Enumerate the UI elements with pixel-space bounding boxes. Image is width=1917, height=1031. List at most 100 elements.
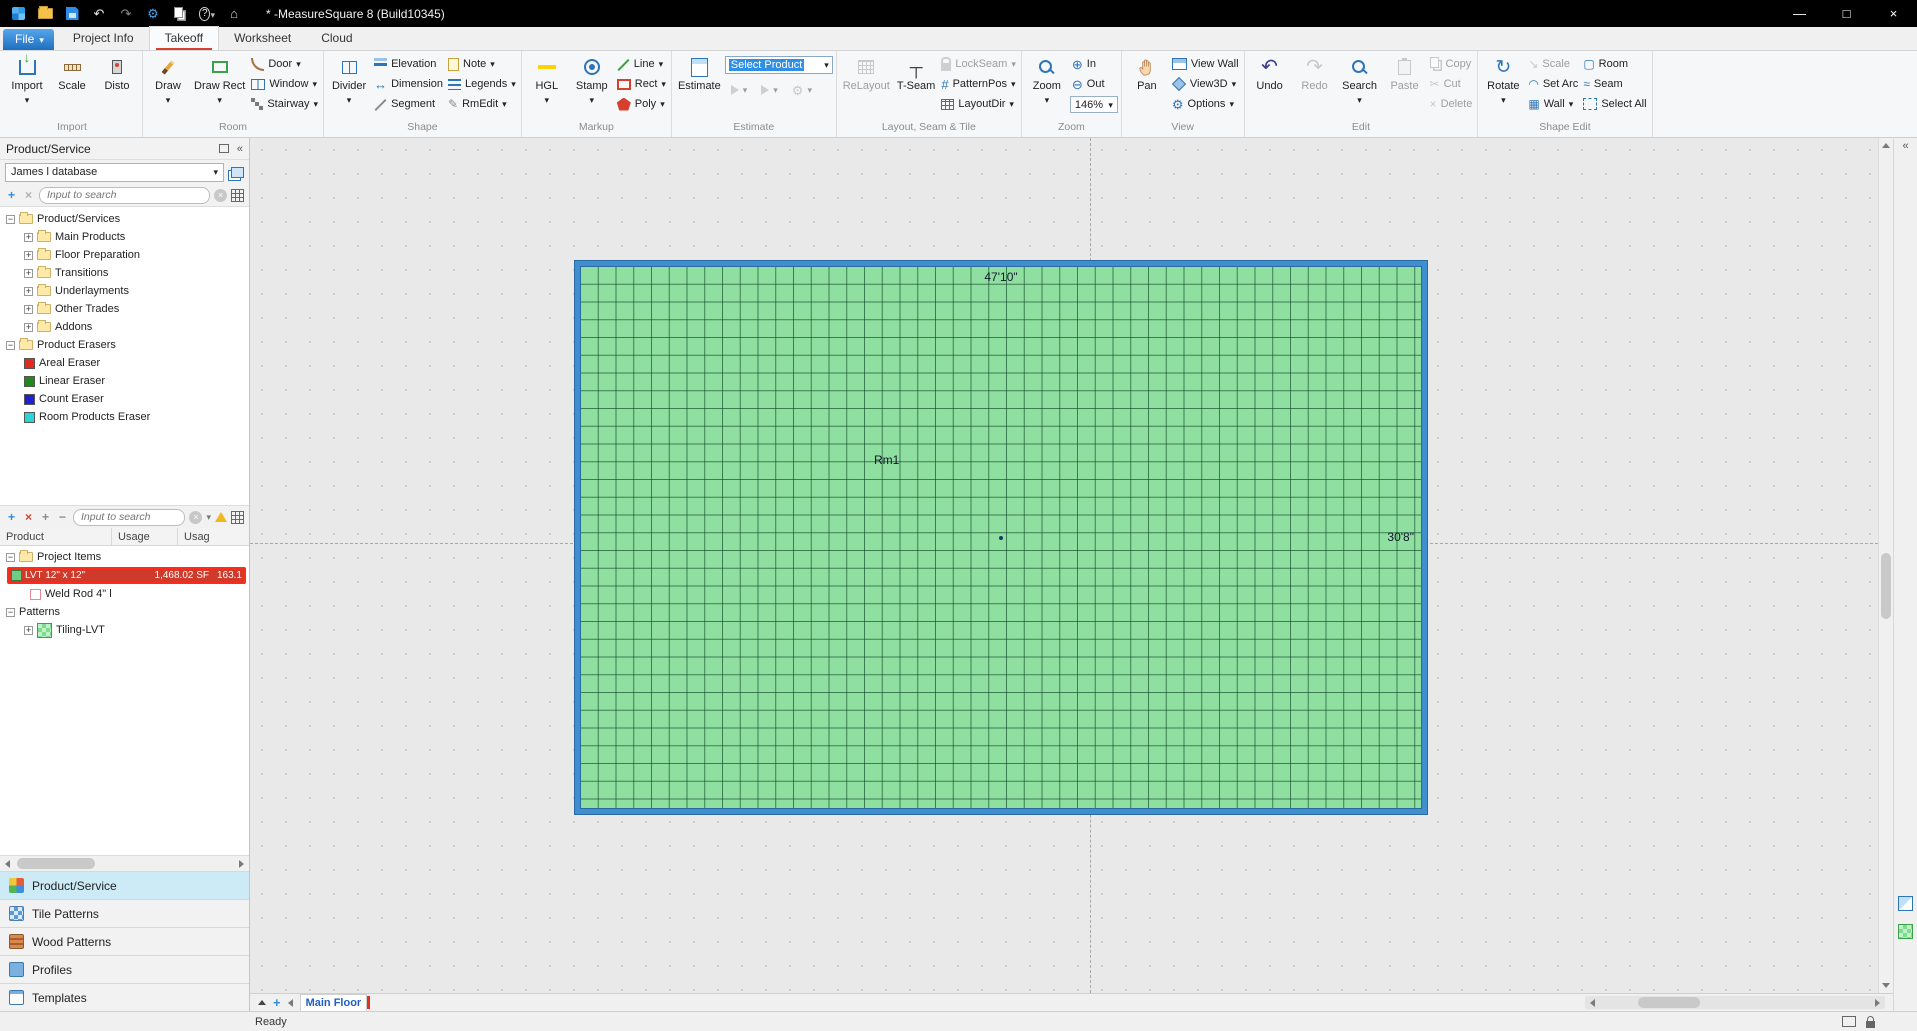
- drawing-viewport[interactable]: 47'10" 30'8" Rm1: [250, 138, 1893, 993]
- maximize-button[interactable]: □: [1823, 0, 1870, 27]
- scroll-left-icon[interactable]: [1585, 996, 1600, 1009]
- tree-item-floor-preparation[interactable]: Floor Preparation: [0, 246, 249, 264]
- zoom-in-button[interactable]: ⊕ In: [1070, 56, 1118, 72]
- tab-takeoff[interactable]: Takeoff: [148, 26, 220, 50]
- undo-icon[interactable]: ↶: [91, 6, 107, 22]
- scale-shape-button[interactable]: ↘ Scale: [1526, 56, 1580, 72]
- float-panel-icon[interactable]: [218, 144, 229, 153]
- paste-button[interactable]: Paste: [1383, 52, 1427, 120]
- window-button[interactable]: Window: [249, 76, 320, 92]
- tree-item-count-eraser[interactable]: Count Eraser: [0, 390, 249, 408]
- scrollbar-thumb[interactable]: [1638, 997, 1700, 1008]
- tree-item-tiling-lvt[interactable]: Tiling-LVT: [0, 621, 249, 639]
- database-select[interactable]: James l database: [5, 162, 224, 182]
- nav-product-service[interactable]: Product/Service: [0, 871, 249, 899]
- plus-icon[interactable]: +: [39, 510, 52, 524]
- import-button[interactable]: Import: [5, 50, 49, 120]
- nav-profiles[interactable]: Profiles: [0, 955, 249, 983]
- wall-button[interactable]: ▦ Wall: [1526, 96, 1580, 112]
- rect-button[interactable]: Rect: [615, 76, 668, 92]
- estimate-button[interactable]: Estimate: [675, 52, 724, 120]
- estimate-step-button[interactable]: [759, 82, 780, 98]
- zoom-button[interactable]: Zoom: [1025, 52, 1069, 120]
- rmedit-button[interactable]: ✎ RmEdit: [446, 96, 518, 112]
- elevation-button[interactable]: Elevation: [372, 56, 445, 72]
- add-icon[interactable]: +: [5, 188, 18, 202]
- column-header-product[interactable]: Product: [0, 528, 112, 545]
- product-row-lvt-selected[interactable]: LVT 12" x 12" 1,468.02 SF 163.1: [7, 567, 246, 584]
- product-row-weld-rod[interactable]: Weld Rod 4" l: [0, 585, 249, 603]
- divider-button[interactable]: Divider: [327, 52, 371, 120]
- room-shape-rm1[interactable]: 47'10" 30'8" Rm1: [575, 261, 1427, 814]
- scroll-right-icon[interactable]: [234, 856, 249, 871]
- tree-item-other-trades[interactable]: Other Trades: [0, 300, 249, 318]
- scrollbar-thumb[interactable]: [17, 858, 95, 869]
- door-button[interactable]: Door: [249, 56, 320, 72]
- pattern-panel-icon[interactable]: [1898, 924, 1913, 939]
- layers-panel-icon[interactable]: [1898, 896, 1913, 911]
- tree-item-product-services[interactable]: Product/Services: [0, 210, 249, 228]
- relayout-button[interactable]: ReLayout: [840, 52, 893, 120]
- stairway-button[interactable]: Stairway: [249, 96, 320, 112]
- add-sheet-icon[interactable]: +: [273, 996, 281, 1009]
- remove-icon[interactable]: ×: [22, 510, 35, 524]
- hgl-button[interactable]: HGL: [525, 52, 569, 120]
- search-button[interactable]: Search: [1338, 52, 1382, 120]
- clear-search-icon[interactable]: ×: [189, 510, 203, 524]
- tree-item-project-items[interactable]: Project Items: [0, 548, 249, 566]
- tab-cloud[interactable]: Cloud: [306, 27, 367, 50]
- expand-icon[interactable]: [24, 250, 33, 260]
- redo-button[interactable]: ↷ Redo: [1293, 52, 1337, 120]
- collapse-icon[interactable]: [6, 340, 15, 350]
- expand-icon[interactable]: [24, 625, 33, 635]
- save-icon[interactable]: [64, 6, 80, 22]
- draw-rect-button[interactable]: Draw Rect: [191, 52, 248, 120]
- tab-project-info[interactable]: Project Info: [58, 27, 149, 50]
- stamp-button[interactable]: Stamp: [570, 52, 614, 120]
- tab-worksheet[interactable]: Worksheet: [219, 27, 306, 50]
- note-button[interactable]: Note: [446, 56, 518, 72]
- poly-button[interactable]: Poly: [615, 96, 668, 112]
- tree-item-room-products-eraser[interactable]: Room Products Eraser: [0, 408, 249, 426]
- nav-templates[interactable]: Templates: [0, 983, 249, 1011]
- product-search-input[interactable]: [39, 186, 210, 204]
- tree-item-product-erasers[interactable]: Product Erasers: [0, 336, 249, 354]
- t-seam-button[interactable]: ┬ T-Seam: [894, 52, 939, 120]
- lockseam-button[interactable]: LockSeam: [939, 56, 1018, 72]
- canvas-vertical-scrollbar[interactable]: [1878, 138, 1893, 993]
- open-database-icon[interactable]: [231, 166, 244, 178]
- column-header-usag[interactable]: Usag: [178, 528, 249, 545]
- collapse-right-icon[interactable]: «: [1894, 140, 1917, 152]
- tree-item-patterns[interactable]: Patterns: [0, 603, 249, 621]
- tree-item-areal-eraser[interactable]: Areal Eraser: [0, 354, 249, 372]
- scroll-up-icon[interactable]: [1879, 138, 1894, 153]
- sheet-tab-main-floor[interactable]: Main Floor: [299, 994, 371, 1011]
- sheet-list-icon[interactable]: [258, 1000, 266, 1005]
- open-folder-icon[interactable]: [37, 6, 53, 22]
- patternpos-button[interactable]: # PatternPos: [939, 76, 1018, 92]
- layoutdir-button[interactable]: LayoutDir: [939, 96, 1018, 112]
- items-search-input[interactable]: [73, 508, 186, 526]
- warning-icon[interactable]: [215, 512, 227, 522]
- estimate-settings-button[interactable]: ⚙: [790, 82, 814, 98]
- legends-button[interactable]: Legends: [446, 76, 518, 92]
- remove-icon[interactable]: ×: [22, 188, 35, 202]
- grid-view-icon[interactable]: [231, 188, 244, 202]
- pan-button[interactable]: Pan: [1125, 52, 1169, 120]
- minus-icon[interactable]: −: [56, 510, 69, 524]
- estimate-run-button[interactable]: [729, 82, 750, 98]
- scroll-right-icon[interactable]: [1870, 996, 1885, 1009]
- minimize-button[interactable]: —: [1776, 0, 1823, 27]
- scale-button[interactable]: Scale: [50, 52, 94, 120]
- redo-icon[interactable]: ↷: [118, 6, 134, 22]
- undo-button[interactable]: ↶ Undo: [1248, 52, 1292, 120]
- expand-icon[interactable]: [24, 268, 33, 278]
- scroll-left-icon[interactable]: [0, 856, 15, 871]
- chevron-down-icon[interactable]: [206, 511, 211, 523]
- screen-mode-icon[interactable]: [1842, 1016, 1856, 1027]
- tree-item-main-products[interactable]: Main Products: [0, 228, 249, 246]
- file-menu-button[interactable]: File: [3, 29, 54, 50]
- view-wall-button[interactable]: View Wall: [1170, 56, 1241, 72]
- tree-item-transitions[interactable]: Transitions: [0, 264, 249, 282]
- view-3d-button[interactable]: View3D: [1170, 76, 1241, 92]
